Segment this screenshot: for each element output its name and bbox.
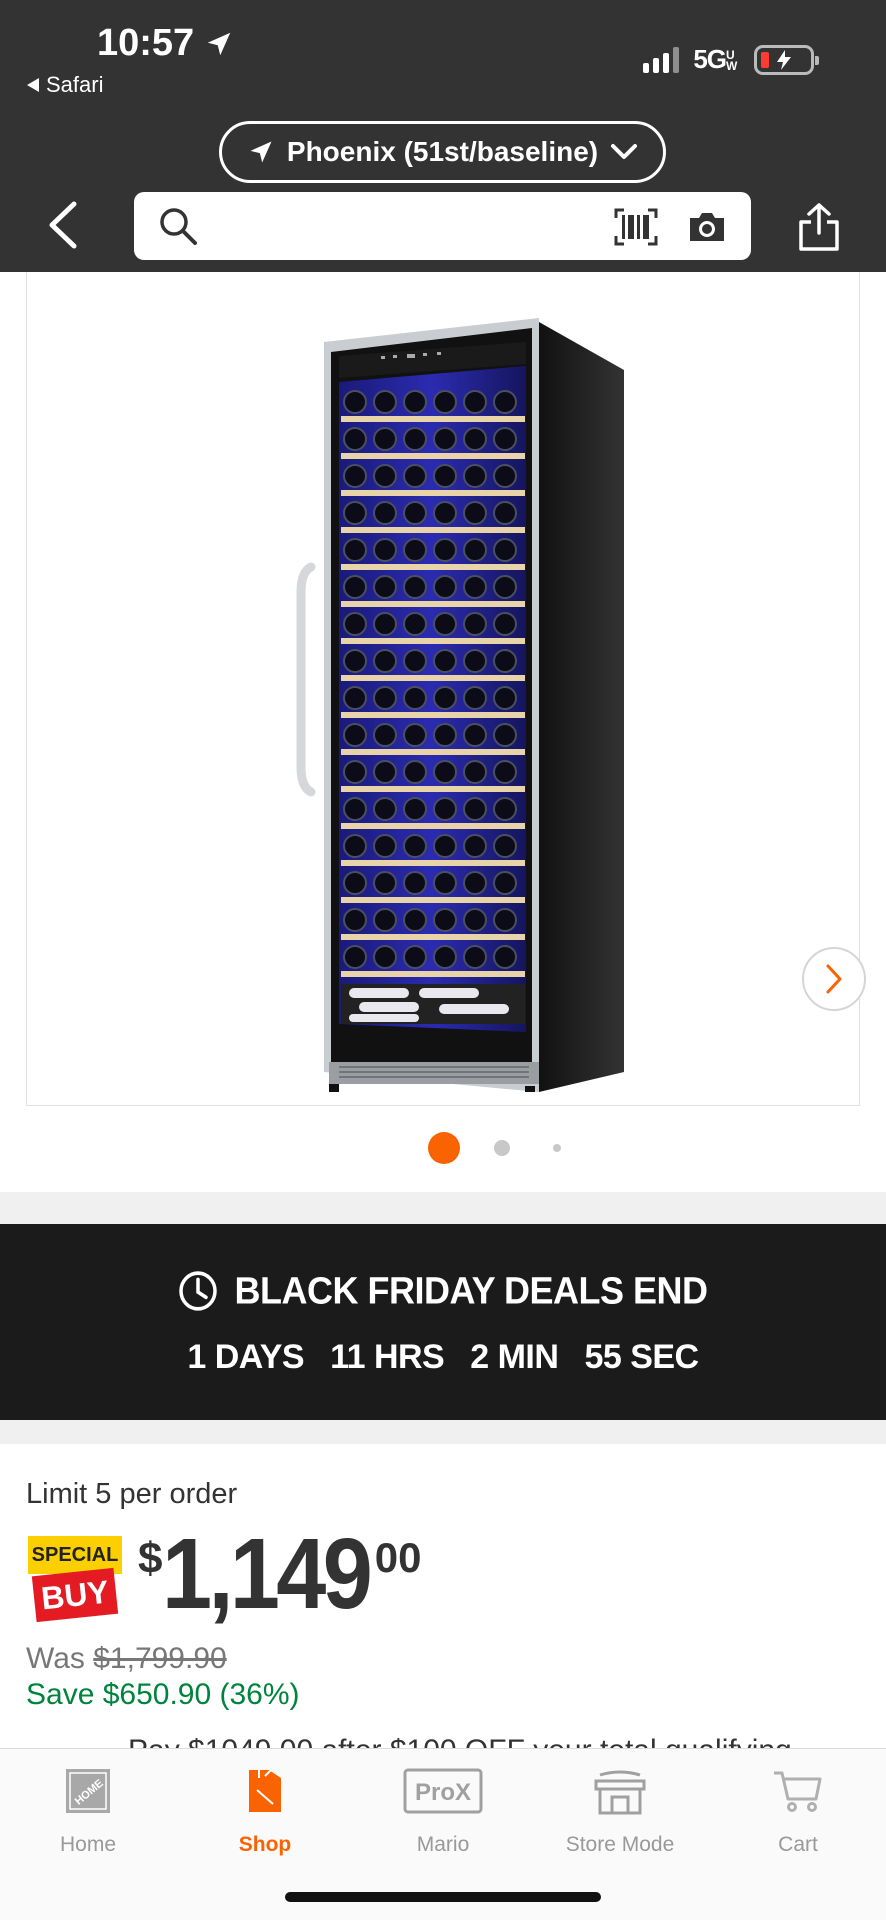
search-bar[interactable] (134, 192, 751, 260)
tab-label: Store Mode (565, 1833, 675, 1856)
status-indicators: 5GUW (643, 44, 819, 75)
tab-home[interactable]: HOME Home (8, 1763, 168, 1863)
order-limit: Limit 5 per order (26, 1478, 238, 1510)
special-buy-badge: SPECIAL BUY (28, 1536, 122, 1623)
clock-icon (179, 1271, 218, 1311)
badge-bottom-text: BUY (31, 1567, 119, 1623)
section-divider (0, 1192, 886, 1224)
countdown-seconds: 55 SEC (584, 1338, 699, 1376)
home-depot-logo-icon: HOME (64, 1763, 112, 1819)
tab-store-mode[interactable]: Store Mode (540, 1763, 700, 1863)
location-arrow-icon (207, 32, 231, 55)
savings-text: Save $650.90 (36%) (26, 1678, 300, 1711)
search-input[interactable] (204, 204, 594, 248)
pagination-dot-active[interactable] (428, 1132, 460, 1164)
price-dollars: 1,149 (162, 1518, 373, 1630)
prox-icon: ProX (403, 1763, 483, 1819)
banner-title: BLACK FRIDAY DEALS END (0, 1269, 886, 1313)
back-app-label: Safari (46, 72, 104, 97)
tab-shop[interactable]: Shop (185, 1763, 345, 1863)
tab-cart[interactable]: Cart (718, 1763, 878, 1863)
store-name: Phoenix (51st/baseline) (286, 136, 599, 167)
tab-label: Home (59, 1833, 117, 1856)
countdown-hours: 11 HRS (330, 1338, 445, 1376)
product-gallery[interactable] (26, 272, 866, 1106)
wine-cooler-image (296, 318, 624, 1096)
was-price: Was $1,799.90 (26, 1642, 227, 1676)
battery-icon (754, 44, 819, 75)
cart-icon (772, 1763, 824, 1819)
price: $ 1,149 00 (138, 1524, 421, 1624)
countdown: 1 DAYS 11 HRS 2 MIN 55 SEC (0, 1338, 886, 1377)
signal-icon (643, 46, 680, 73)
share-icon[interactable] (796, 202, 842, 252)
camera-icon[interactable] (687, 210, 727, 244)
back-triangle-icon (27, 78, 39, 92)
network-label: 5GUW (693, 44, 737, 74)
tab-mario[interactable]: ProX Mario (363, 1763, 523, 1863)
home-indicator[interactable] (285, 1892, 601, 1902)
countdown-minutes: 2 MIN (470, 1338, 559, 1376)
store-icon (592, 1763, 648, 1819)
next-image-button[interactable] (802, 947, 866, 1011)
svg-text:ProX: ProX (415, 1779, 471, 1806)
chevron-down-icon (611, 144, 638, 159)
pagination-dot[interactable] (494, 1140, 510, 1156)
pagination-dot[interactable] (553, 1144, 561, 1152)
barcode-scan-icon[interactable] (614, 208, 658, 246)
banner-title-text: BLACK FRIDAY DEALS END (234, 1268, 708, 1312)
original-price: $1,799.90 (93, 1642, 227, 1675)
tab-label: Cart (778, 1833, 818, 1856)
navigation-arrow-icon (250, 141, 272, 163)
status-time: 10:57 (97, 22, 234, 65)
tab-label: Mario (416, 1833, 470, 1856)
search-icon (160, 208, 197, 245)
section-divider (0, 1420, 886, 1444)
top-bar: 10:57 Safari 5GUW Phoenix (51st/baseline… (0, 0, 886, 272)
shop-icon (243, 1763, 287, 1819)
chevron-right-icon (826, 964, 842, 994)
price-cents: 00 (374, 1534, 422, 1581)
was-label: Was (26, 1642, 85, 1675)
gallery-pagination[interactable] (0, 1130, 886, 1166)
gallery-footer (0, 1168, 886, 1192)
black-friday-banner: BLACK FRIDAY DEALS END 1 DAYS 11 HRS 2 M… (0, 1224, 886, 1420)
tab-label: Shop (238, 1833, 292, 1856)
product-image[interactable] (289, 292, 629, 1097)
price-currency: $ (138, 1534, 163, 1583)
store-selector[interactable]: Phoenix (51st/baseline) (219, 121, 666, 183)
back-to-app[interactable]: Safari (26, 72, 103, 98)
clock-text: 10:57 (97, 22, 195, 64)
countdown-days: 1 DAYS (187, 1338, 305, 1376)
back-arrow-icon[interactable] (44, 200, 84, 250)
